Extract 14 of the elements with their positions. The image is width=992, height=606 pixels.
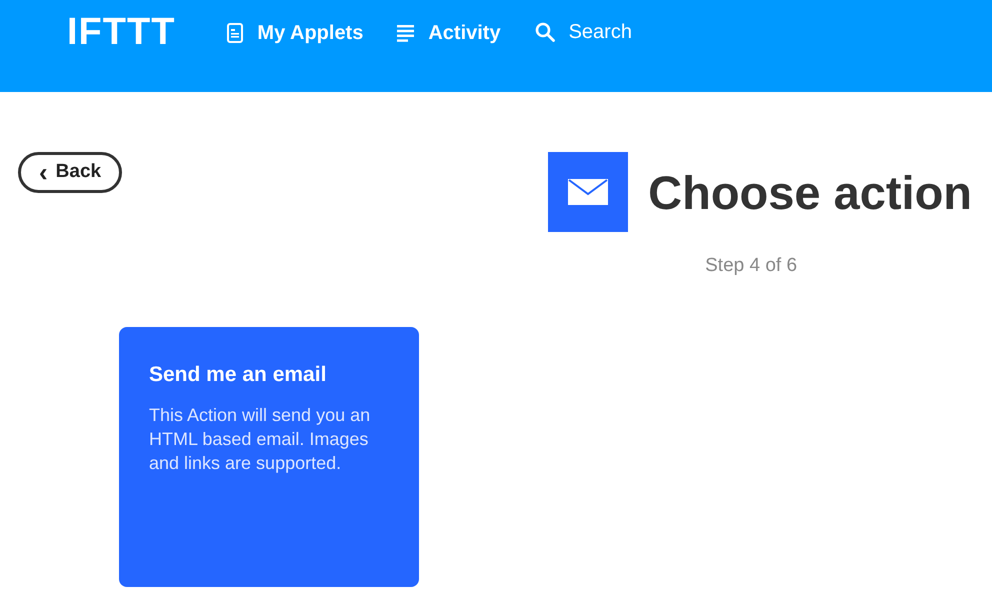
- action-card[interactable]: Send me an email This Action will send you an HTML based email. Images and links are supported.: [119, 326, 419, 586]
- search-icon: [534, 22, 555, 42]
- logo-text[interactable]: IFTTT: [67, 13, 176, 51]
- step-indicator: Step 4 of 6: [705, 254, 798, 278]
- action-description: This Action will send you an HTML based email. Images and links are supported.: [149, 404, 372, 475]
- document-icon: [227, 23, 244, 43]
- email-icon: [548, 152, 628, 232]
- page-title: Choose action: [648, 168, 972, 216]
- nav-link[interactable]: Search: [534, 16, 632, 48]
- menu-icon: [397, 24, 414, 42]
- back-button[interactable]: ‹ Back: [18, 152, 122, 193]
- nav-link[interactable]: My Applets: [227, 18, 364, 48]
- action-title: Send me an email: [149, 362, 328, 388]
- nav-link[interactable]: Activity: [397, 18, 501, 48]
